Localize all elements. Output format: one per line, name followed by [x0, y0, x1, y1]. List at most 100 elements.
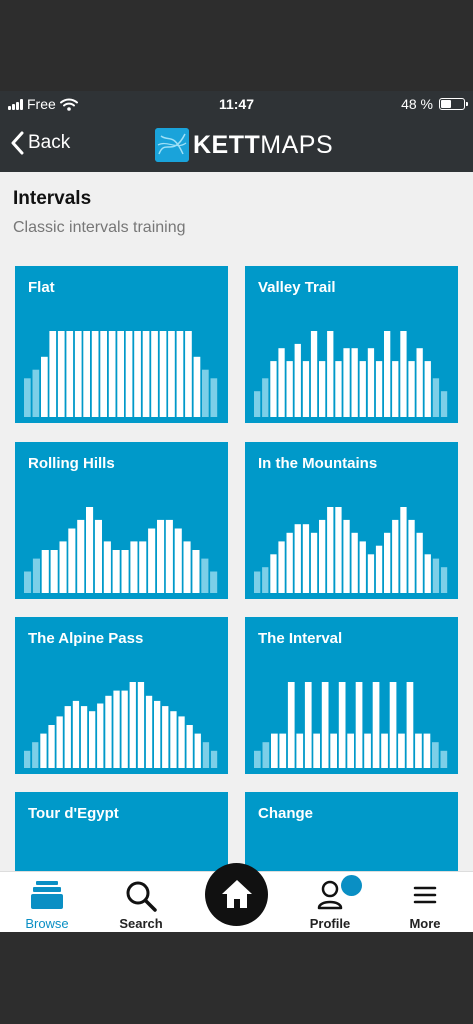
search-icon: [126, 881, 157, 912]
intensity-profile: [24, 331, 218, 417]
interval-bar: [74, 331, 82, 417]
workout-card-rolling-hills[interactable]: Rolling Hills: [15, 442, 228, 599]
interval-bar: [49, 331, 57, 417]
interval-bar: [319, 519, 326, 593]
interval-bar: [384, 331, 391, 417]
interval-bar: [335, 361, 342, 417]
logo-icon: [155, 128, 189, 162]
interval-bar: [176, 331, 184, 417]
workout-card-valley-trail[interactable]: Valley Trail: [245, 266, 458, 423]
tab-browse[interactable]: Browse: [2, 872, 92, 932]
interval-bar: [130, 541, 138, 593]
interval-bar: [384, 532, 391, 593]
interval-bar: [66, 331, 74, 417]
interval-bar: [278, 541, 285, 593]
workout-card-the-alpine-pass[interactable]: The Alpine Pass: [15, 617, 228, 774]
page-subtitle: Classic intervals training: [13, 219, 186, 236]
interval-bar: [185, 331, 192, 417]
interval-bar: [41, 550, 49, 593]
tab-profile[interactable]: Profile: [285, 872, 375, 932]
interval-bar: [313, 733, 320, 768]
content-area[interactable]: Intervals Classic intervals training Fla…: [0, 172, 473, 871]
interval-bar: [270, 361, 277, 417]
workout-card-tour-d-egypt[interactable]: Tour d'Egypt: [15, 792, 228, 871]
page-title: Intervals: [13, 188, 92, 209]
interval-bar: [193, 356, 201, 417]
interval-bar: [183, 541, 191, 593]
status-right: 48 %: [401, 96, 468, 112]
interval-bar: [103, 541, 111, 593]
home-button[interactable]: [205, 863, 268, 926]
interval-bar: [254, 750, 261, 768]
interval-bar: [367, 554, 375, 593]
browse-icon: [31, 881, 63, 909]
interval-bar: [359, 361, 366, 417]
interval-bar: [32, 369, 40, 417]
interval-bar: [271, 733, 278, 768]
interval-bar: [319, 361, 326, 417]
bottom-bezel: [0, 932, 473, 1024]
interval-bar: [59, 541, 67, 593]
interval-bar: [178, 716, 185, 768]
interval-bar: [68, 528, 76, 593]
intensity-profile: [254, 507, 448, 593]
interval-bar: [86, 507, 94, 593]
interval-bar: [89, 711, 96, 768]
interval-bar: [310, 331, 318, 417]
interval-bar: [83, 331, 90, 417]
tab-more[interactable]: More: [380, 872, 470, 932]
interval-bar: [327, 507, 334, 593]
back-button[interactable]: Back: [10, 131, 70, 155]
tab-label: Profile: [309, 916, 351, 931]
interval-bar: [254, 391, 261, 417]
interval-bar: [121, 550, 129, 593]
interval-bar: [113, 690, 120, 768]
interval-bar: [375, 545, 383, 593]
interval-bar: [270, 554, 277, 593]
intensity-profile: [24, 682, 218, 768]
interval-bar: [287, 682, 295, 768]
interval-bar: [151, 331, 158, 417]
battery-icon: [439, 98, 468, 110]
tab-label: Search: [119, 916, 163, 931]
interval-bar: [202, 369, 209, 417]
workout-card-change[interactable]: Change: [245, 792, 458, 871]
interval-bar: [389, 682, 397, 768]
menu-icon: [413, 886, 437, 904]
interval-bar: [400, 331, 407, 417]
interval-bar: [327, 331, 334, 417]
interval-bar: [24, 750, 31, 768]
interval-bar: [286, 532, 293, 593]
interval-bar: [210, 571, 218, 593]
interval-bar: [278, 348, 285, 417]
interval-bar: [154, 700, 161, 768]
interval-bar: [424, 361, 431, 417]
intensity-profile: [245, 792, 458, 871]
interval-bar: [415, 733, 422, 768]
interval-bar: [351, 348, 358, 417]
interval-bar: [254, 571, 261, 593]
interval-bar: [304, 682, 312, 768]
tab-search[interactable]: Search: [96, 872, 186, 932]
interval-bar: [408, 519, 415, 593]
interval-bar: [186, 725, 193, 768]
logo-text: KETTMAPS: [193, 130, 334, 159]
interval-bar: [424, 554, 431, 593]
workout-card-the-interval[interactable]: The Interval: [245, 617, 458, 774]
interval-bar: [210, 750, 218, 768]
interval-bar: [294, 524, 301, 593]
interval-bar: [134, 331, 141, 417]
interval-bar: [423, 733, 431, 768]
interval-bar: [56, 716, 63, 768]
interval-bar: [440, 567, 448, 593]
workout-card-in-the-mountains[interactable]: In the Mountains: [245, 442, 458, 599]
interval-bar: [381, 733, 388, 768]
workout-card-flat[interactable]: Flat: [15, 266, 228, 423]
interval-bar: [145, 695, 153, 768]
interval-bar: [286, 361, 293, 417]
interval-bar: [174, 528, 182, 593]
battery-fill: [441, 100, 452, 108]
interval-bar: [125, 331, 133, 417]
interval-bar: [91, 331, 99, 417]
interval-bar: [440, 391, 448, 417]
